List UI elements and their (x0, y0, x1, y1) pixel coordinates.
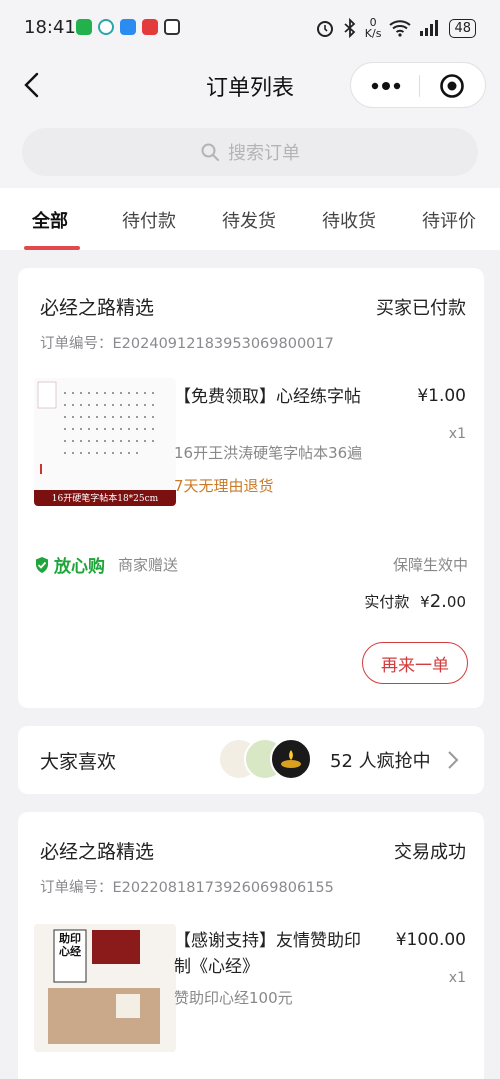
order-status: 交易成功 (394, 842, 466, 863)
search-input[interactable]: 搜索订单 (22, 128, 478, 176)
wifi-icon (389, 20, 412, 37)
chevron-right-icon (448, 751, 459, 769)
capsule-divider (419, 75, 420, 97)
tab-pending-receipt[interactable]: 待收货 (322, 207, 376, 233)
order-card[interactable]: 必经之路精选 买家已付款 订单编号：E202409121839530698000… (18, 268, 484, 708)
search-area: 搜索订单 (0, 116, 500, 188)
close-program-icon[interactable] (439, 73, 465, 99)
alarm-icon (316, 21, 333, 37)
order-number: 订单编号：E20240912183953069800017 (40, 336, 334, 352)
signal-icon (420, 20, 439, 36)
shield-check-icon (36, 556, 48, 573)
tab-pending-shipment[interactable]: 待发货 (222, 207, 276, 233)
guarantee-badge[interactable]: 放心购 (34, 552, 105, 577)
nav-bar: 订单列表 (0, 56, 500, 116)
product-spec: 16开王洪涛硬笔字帖本36遍 (174, 444, 363, 462)
order-tabs: 全部 待付款 待发货 待收货 待评价 (0, 188, 500, 250)
status-time: 18:41 (24, 17, 76, 38)
search-icon (201, 143, 219, 161)
product-thumbnail[interactable]: 助印心经 (34, 924, 176, 1052)
bluetooth-icon (344, 18, 356, 38)
mini-program-capsule (350, 62, 486, 108)
huawei-icon (142, 19, 158, 35)
reorder-button[interactable]: 再来一单 (362, 642, 468, 684)
product-quantity: x1 (448, 426, 466, 442)
guarantee-label: 放心购 (54, 557, 105, 577)
more-options-icon[interactable] (369, 73, 403, 99)
order-card[interactable]: 必经之路精选 交易成功 订单编号：E2022081817392606980615… (18, 812, 484, 1079)
product-quantity: x1 (448, 970, 466, 986)
tab-pending-review[interactable]: 待评价 (422, 207, 476, 233)
product-price: ¥1.00 (417, 386, 466, 406)
thumb-banner-text: 16开硬笔字帖本18*25cm (51, 494, 159, 504)
cloud-icon (120, 19, 136, 35)
status-bar: 18:41 0 K/s 48 (0, 0, 500, 56)
tab-all[interactable]: 全部 (32, 207, 68, 233)
product-name-line2[interactable]: 制《心经》 (174, 954, 259, 980)
status-app-icons (76, 19, 180, 35)
net-speed: 0 K/s (364, 16, 382, 40)
product-name-line1[interactable]: 【感谢支持】友情赞助印 (174, 928, 361, 954)
sync-icon (98, 19, 114, 35)
popular-count: 52 人疯抢中 (330, 751, 431, 772)
battery-indicator: 48 (449, 18, 476, 38)
popular-title: 大家喜欢 (40, 751, 117, 773)
paid-decimals: 00 (446, 593, 466, 611)
thumb-label: 助印心经 (59, 932, 81, 958)
paid-currency: ¥ (420, 593, 430, 611)
guarantee-status: 保障生效中 (392, 556, 468, 574)
product-price: ¥100.00 (395, 930, 466, 950)
product-name[interactable]: 【免费领取】心经练字帖 (174, 384, 361, 410)
lamp-icon (281, 750, 301, 768)
search-placeholder: 搜索订单 (228, 143, 300, 164)
refund-policy: 7天无理由退货 (174, 477, 274, 495)
guarantee-row: 放心购 商家赠送 保障生效中 (34, 552, 468, 578)
paid-amount: 实付款 ¥2.00 (364, 591, 466, 612)
order-number: 订单编号：E20220818173926069806155 (40, 880, 334, 896)
paid-integer: 2. (429, 591, 447, 612)
product-thumbnail[interactable]: 16开硬笔字帖本18*25cm (34, 378, 176, 506)
status-right: 0 K/s 48 (315, 17, 476, 39)
nfc-icon (164, 19, 180, 35)
paid-label: 实付款 (364, 593, 410, 611)
buyer-avatars (218, 738, 318, 780)
copybook-image (34, 378, 176, 506)
order-status: 买家已付款 (376, 298, 466, 319)
tab-pending-payment[interactable]: 待付款 (122, 207, 176, 233)
popular-card[interactable]: 大家喜欢 52 人疯抢中 (18, 726, 484, 794)
store-name[interactable]: 必经之路精选 (40, 837, 154, 864)
app-notification-icon (76, 19, 92, 35)
guarantee-sub: 商家赠送 (118, 556, 179, 574)
avatar (270, 738, 312, 780)
store-name[interactable]: 必经之路精选 (40, 293, 154, 320)
product-spec: 赞助印心经100元 (174, 989, 293, 1007)
tab-active-indicator (24, 246, 80, 250)
